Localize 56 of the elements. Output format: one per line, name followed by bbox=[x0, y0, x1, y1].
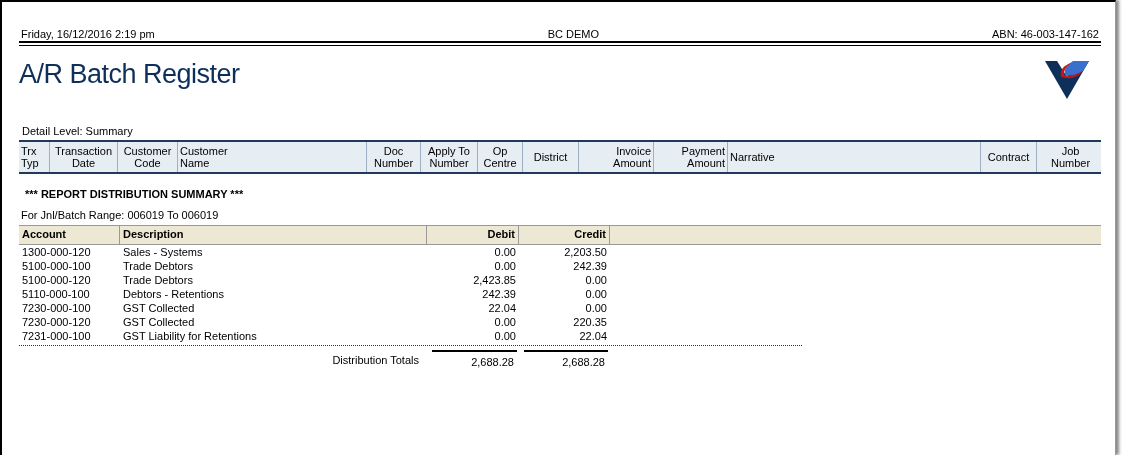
table-cell-text: 7230-000-100 bbox=[21, 301, 92, 315]
detail-level: Detail Level: Summary bbox=[22, 125, 134, 137]
table-cell-text: 220.35 bbox=[572, 315, 608, 329]
table-cell-text: 0.00 bbox=[584, 301, 608, 315]
logo-icon bbox=[1043, 59, 1091, 101]
table-cell-text: Sales - Systems bbox=[122, 245, 204, 259]
column-header: Op Centre bbox=[478, 142, 523, 172]
table-cell-text: 242.39 bbox=[572, 259, 608, 273]
table-cell-text: Debtors - Retentions bbox=[122, 287, 225, 301]
table-cell-text: GST Collected bbox=[122, 301, 196, 315]
table-cell-text: Trade Debtors bbox=[122, 259, 194, 273]
report-title: A/R Batch Register bbox=[19, 59, 240, 91]
table-cell-text: 2,203.50 bbox=[563, 245, 608, 259]
column-header: District bbox=[523, 142, 579, 172]
summary-heading: *** REPORT DISTRIBUTION SUMMARY *** bbox=[25, 188, 245, 200]
table-cell-text: 0.00 bbox=[493, 315, 517, 329]
column-header: Payment Amount bbox=[654, 142, 728, 172]
table-cell-text: 5100-000-120 bbox=[21, 273, 92, 287]
totals-label: Distribution Totals bbox=[331, 353, 420, 368]
column-header: Apply To Number bbox=[421, 142, 478, 172]
table-cell-text: 1300-000-120 bbox=[21, 245, 92, 259]
company-name: BC DEMO bbox=[546, 28, 600, 40]
table-cell-text: Trade Debtors bbox=[122, 273, 194, 287]
credit-total: 2,688.28 bbox=[524, 350, 608, 370]
table-cell-text: 7231-000-100 bbox=[21, 329, 92, 343]
table-cell-text: 7230-000-120 bbox=[21, 315, 92, 329]
table-cell-text: 242.39 bbox=[481, 287, 517, 301]
debit-total: 2,688.28 bbox=[432, 350, 517, 370]
table-cell-text: GST Collected bbox=[122, 315, 196, 329]
column-header: Doc Number bbox=[367, 142, 421, 172]
table-header: Account bbox=[19, 225, 120, 245]
batch-range: For Jnl/Batch Range: 006019 To 006019 bbox=[21, 209, 220, 221]
column-header: Transaction Date bbox=[50, 142, 118, 172]
table-cell-text: 2,423.85 bbox=[472, 273, 517, 287]
column-header: Customer Name bbox=[178, 142, 367, 172]
abn-number: ABN: 46-003-147-162 bbox=[990, 28, 1100, 40]
table-cell-text: 0.00 bbox=[493, 329, 517, 343]
table-header: Debit bbox=[427, 225, 519, 245]
table-cell-text: 22.04 bbox=[487, 301, 517, 315]
table-cell-text: 5100-000-100 bbox=[21, 259, 92, 273]
table-cell-text: 0.00 bbox=[493, 259, 517, 273]
column-header: Customer Code bbox=[118, 142, 178, 172]
table-header: Credit bbox=[519, 225, 610, 245]
table-cell-text: 22.04 bbox=[578, 329, 608, 343]
column-header: Trx Typ bbox=[19, 142, 50, 172]
table-cell-text: GST Liability for Retentions bbox=[122, 329, 258, 343]
table-header: Description bbox=[120, 225, 427, 245]
column-header: Narrative bbox=[728, 142, 981, 172]
table-cell-text: 0.00 bbox=[493, 245, 517, 259]
column-header: Invoice Amount bbox=[579, 142, 654, 172]
table-cell-text: 0.00 bbox=[584, 287, 608, 301]
table-cell-text: 5110-000-100 bbox=[21, 287, 91, 301]
column-header: Job Number bbox=[1049, 144, 1092, 171]
report-date: Friday, 16/12/2016 2:19 pm bbox=[20, 28, 156, 40]
column-header: Contract bbox=[981, 142, 1037, 172]
table-cell-text: 0.00 bbox=[584, 273, 608, 287]
